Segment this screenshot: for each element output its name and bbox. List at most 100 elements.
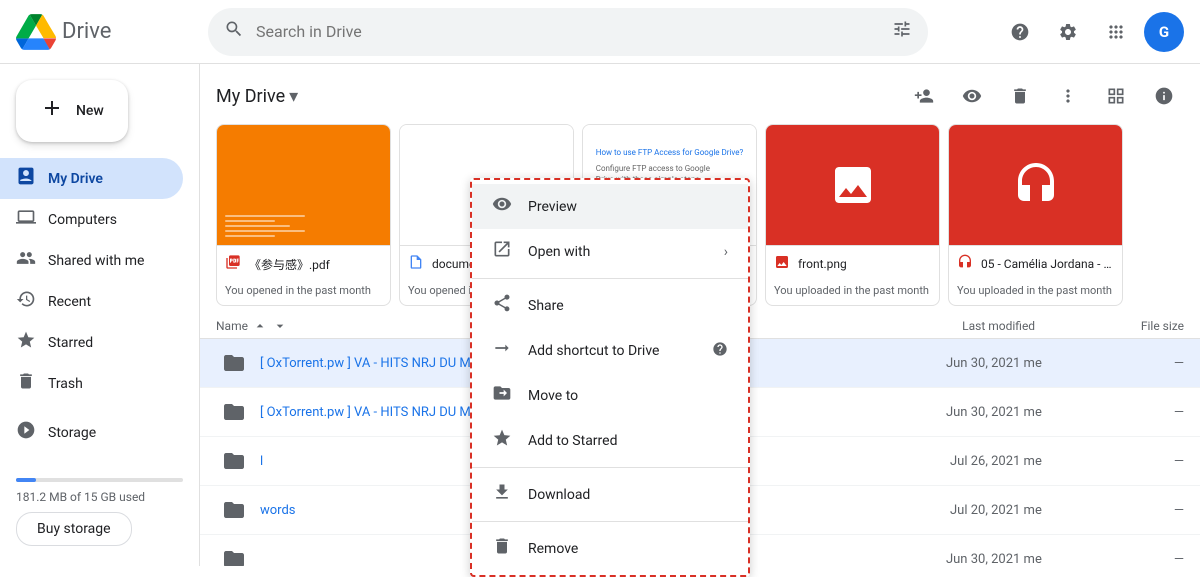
- move-menu-icon: [492, 383, 512, 408]
- row-modified-3: Jul 20, 2021 me: [829, 503, 1042, 518]
- account-button[interactable]: G: [1144, 12, 1184, 52]
- sidebar-label-recent: Recent: [48, 294, 91, 310]
- computers-icon: [16, 207, 36, 232]
- logo: Drive: [16, 12, 196, 52]
- add-person-button[interactable]: [904, 76, 944, 116]
- row-size-2: —: [1042, 454, 1184, 469]
- remove-menu-icon: [492, 536, 512, 561]
- mountain-icon: [829, 161, 877, 209]
- row-size-3: —: [1042, 503, 1184, 518]
- open-with-menu-icon: [492, 239, 512, 264]
- menu-item-download[interactable]: Download: [472, 472, 748, 517]
- file-card-date-0: You opened in the past month: [217, 282, 390, 305]
- storage-icon: [16, 420, 36, 445]
- menu-share-label: Share: [528, 298, 564, 314]
- menu-shortcut-label: Add shortcut to Drive: [528, 343, 659, 359]
- row-modified-2: Jul 26, 2021 me: [829, 454, 1042, 469]
- headphone-icon: [1012, 161, 1060, 209]
- drive-title-text: My Drive: [216, 86, 285, 107]
- info-button[interactable]: [1144, 76, 1184, 116]
- grid-view-button[interactable]: [1096, 76, 1136, 116]
- search-input[interactable]: [256, 22, 880, 41]
- header-actions: [904, 76, 1184, 116]
- row-size-1: —: [1042, 405, 1184, 420]
- file-thumb-4: [949, 125, 1122, 245]
- file-card-date-4: You uploaded in the past month: [949, 282, 1122, 305]
- sidebar-label-my-drive: My Drive: [48, 171, 103, 187]
- share-menu-icon: [492, 293, 512, 318]
- sidebar-item-starred[interactable]: Starred: [0, 322, 183, 363]
- apps-button[interactable]: [1096, 12, 1136, 52]
- open-with-arrow-icon: ›: [724, 244, 728, 260]
- recent-icon: [16, 289, 36, 314]
- col-name-text: Name: [216, 319, 248, 333]
- file-card-date-3: You uploaded in the past month: [766, 282, 939, 305]
- trash-icon: [16, 371, 36, 396]
- file-thumb-0: [217, 125, 390, 245]
- menu-move-label: Move to: [528, 388, 578, 404]
- row-size-0: —: [1042, 356, 1184, 371]
- shortcut-help-icon: [712, 341, 728, 361]
- menu-item-remove[interactable]: Remove: [472, 526, 748, 571]
- sidebar-item-shared[interactable]: Shared with me: [0, 240, 183, 281]
- col-header-size: File size: [1035, 319, 1184, 333]
- sidebar-item-storage: Storage: [0, 412, 183, 453]
- sidebar-item-my-drive[interactable]: My Drive: [0, 158, 183, 199]
- sidebar-item-recent[interactable]: Recent: [0, 281, 183, 322]
- tune-icon[interactable]: [892, 19, 912, 44]
- logo-icon: [16, 12, 56, 52]
- file-type-icon-4: [957, 254, 973, 274]
- file-type-icon-1: [408, 254, 424, 274]
- menu-item-starred[interactable]: Add to Starred: [472, 418, 748, 463]
- row-modified-4: Jun 30, 2021 me: [829, 552, 1042, 567]
- logo-text: Drive: [62, 19, 111, 44]
- menu-item-open-with[interactable]: Open with ›: [472, 229, 748, 274]
- menu-item-add-shortcut[interactable]: Add shortcut to Drive: [472, 328, 748, 373]
- content-header: My Drive ▾: [200, 64, 1200, 124]
- file-card-0[interactable]: 《参与感》.pdf You opened in the past month: [216, 124, 391, 306]
- menu-remove-label: Remove: [528, 541, 578, 557]
- sidebar-label-trash: Trash: [48, 376, 83, 392]
- sidebar-item-trash[interactable]: Trash: [0, 363, 183, 404]
- menu-divider-1: [472, 278, 748, 279]
- file-card-name-4: 05 - Camélia Jordana - F...: [981, 257, 1114, 271]
- settings-button[interactable]: [1048, 12, 1088, 52]
- sidebar-label-starred: Starred: [48, 335, 93, 351]
- new-label: New: [76, 103, 104, 119]
- buy-storage-button[interactable]: Buy storage: [16, 512, 132, 546]
- sidebar-item-computers[interactable]: Computers: [0, 199, 183, 240]
- sidebar-label-computers: Computers: [48, 212, 117, 228]
- help-button[interactable]: [1000, 12, 1040, 52]
- menu-item-share[interactable]: Share: [472, 283, 748, 328]
- delete-button[interactable]: [1000, 76, 1040, 116]
- menu-item-move-to[interactable]: Move to: [472, 373, 748, 418]
- drive-title-arrow-icon: ▾: [289, 86, 298, 107]
- more-options-button[interactable]: [1048, 76, 1088, 116]
- preview-button[interactable]: [952, 76, 992, 116]
- menu-download-label: Download: [528, 487, 590, 503]
- context-menu: Preview Open with › Share Add shortcut t…: [470, 178, 750, 577]
- menu-open-with-label: Open with: [528, 244, 590, 260]
- download-menu-icon: [492, 482, 512, 507]
- new-button[interactable]: New: [16, 80, 128, 142]
- row-modified-0: Jun 30, 2021 me: [829, 356, 1042, 371]
- file-card-info-3: front.png: [766, 245, 939, 282]
- sidebar: New My Drive Computers Shared with me: [0, 64, 200, 566]
- top-right-icons: G: [1000, 12, 1184, 52]
- drive-title[interactable]: My Drive ▾: [216, 86, 298, 107]
- file-card-3[interactable]: front.png You uploaded in the past month: [765, 124, 940, 306]
- storage-bar-background: [16, 478, 183, 482]
- storage-label: Storage: [48, 425, 96, 441]
- search-bar[interactable]: [208, 8, 928, 56]
- file-type-icon-3: [774, 254, 790, 274]
- storage-used-text: 181.2 MB of 15 GB used: [16, 490, 183, 504]
- file-type-icon-0: [225, 254, 241, 274]
- menu-divider-2: [472, 467, 748, 468]
- starred-icon: [16, 330, 36, 355]
- file-card-4[interactable]: 05 - Camélia Jordana - F... You uploaded…: [948, 124, 1123, 306]
- col-size-text: File size: [1141, 319, 1184, 333]
- row-icon-0: [216, 345, 252, 381]
- menu-item-preview[interactable]: Preview: [472, 184, 748, 229]
- starred-menu-icon: [492, 428, 512, 453]
- menu-preview-label: Preview: [528, 199, 577, 215]
